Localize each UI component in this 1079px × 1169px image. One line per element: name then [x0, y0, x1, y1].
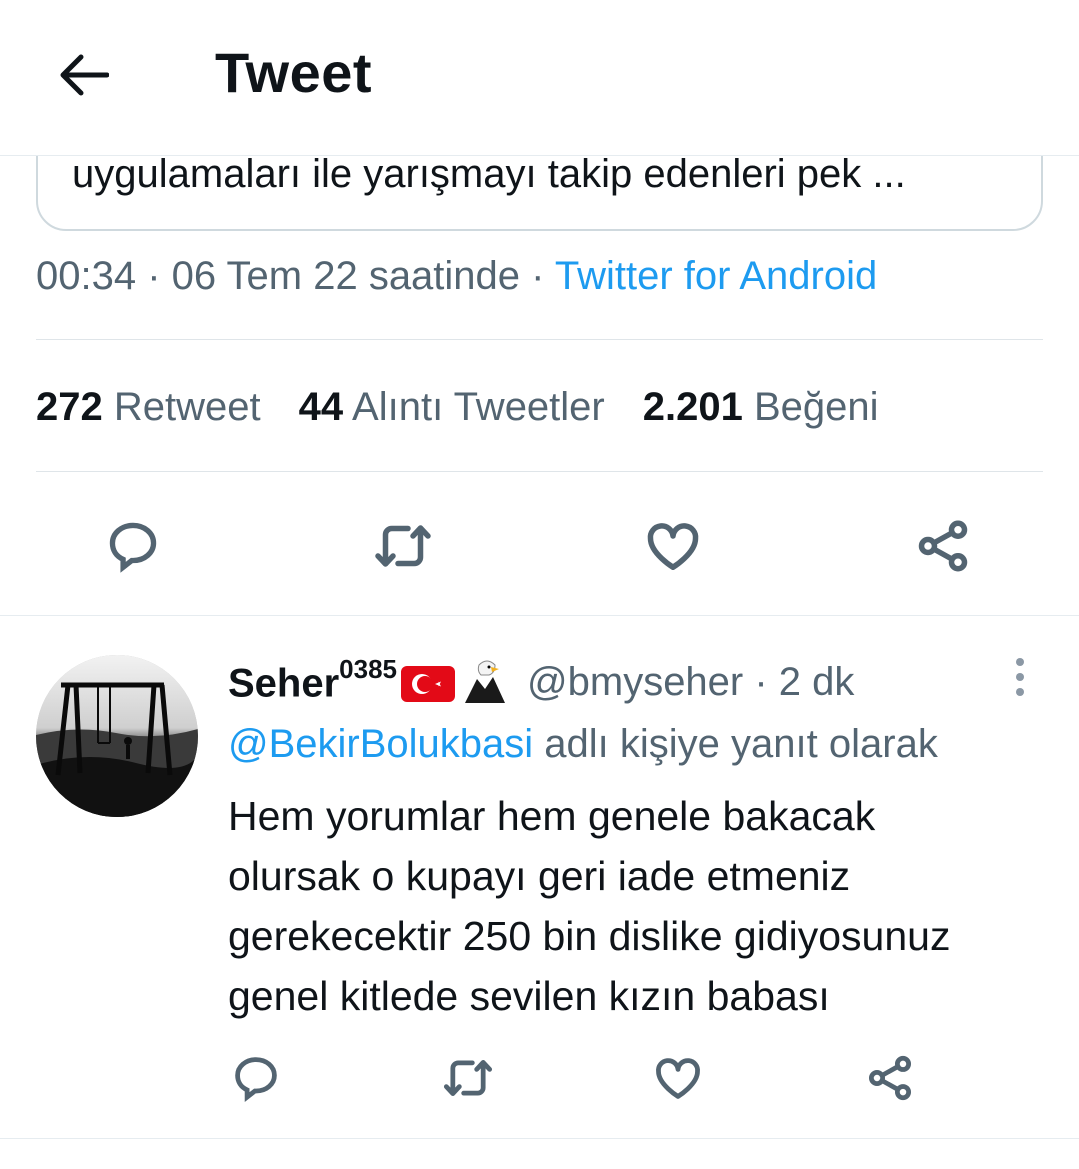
retweet-stat[interactable]: 272 Retweet — [36, 385, 261, 430]
reply-text-line: Hem yorumlar hem genele bakacak — [228, 793, 876, 839]
divider — [36, 339, 1043, 340]
like-button[interactable] — [640, 513, 706, 579]
section-divider — [0, 1138, 1079, 1139]
arrow-left-icon — [60, 54, 109, 96]
reply-to-mention[interactable]: @BekirBolukbasi — [228, 722, 533, 766]
reply-to-suffix: adlı kişiye yanıt olarak — [533, 722, 938, 766]
reply-text-line: gerekecektir 250 bin dislike gidiyosunuz — [228, 913, 951, 959]
share-button[interactable] — [910, 513, 976, 579]
speech-bubble-icon — [109, 522, 157, 573]
turkey-flag-icon — [401, 666, 456, 702]
reply-button[interactable] — [100, 513, 166, 579]
reply-text-line: genel kitlede sevilen kızın babası — [228, 973, 830, 1019]
replying-to: @BekirBolukbasi adlı kişiye yanıt olarak — [228, 722, 938, 767]
like-stat[interactable]: 2.201 Beğeni — [643, 385, 879, 430]
quote-stat[interactable]: 44 Alıntı Tweetler — [299, 385, 605, 430]
quote-count: 44 — [298, 385, 344, 429]
quoted-tweet-text: uygulamaları ile yarışmayı takip edenler… — [72, 152, 906, 196]
section-divider — [0, 615, 1079, 616]
avatar[interactable] — [36, 655, 198, 817]
reply-header: Seher0385 @bmyseher · 2 dk — [228, 654, 854, 710]
retweet-label: Retweet — [113, 385, 261, 429]
dot — [1016, 688, 1024, 696]
heart-icon — [656, 1058, 700, 1099]
back-button[interactable] — [52, 44, 114, 106]
like-label: Beğeni — [753, 385, 879, 429]
reply-share-button[interactable] — [862, 1050, 918, 1106]
retweet-count: 272 — [36, 385, 103, 429]
share-icon — [918, 520, 968, 572]
reply-author-name[interactable]: Seher0385 — [228, 654, 397, 706]
dot — [1016, 673, 1024, 681]
reply-handle-time[interactable]: @bmyseher · 2 dk — [527, 660, 854, 705]
more-options-button[interactable] — [1000, 652, 1040, 702]
header-divider — [0, 155, 1079, 156]
reply-like-button[interactable] — [650, 1050, 706, 1106]
retweet-icon — [443, 1060, 493, 1096]
eagle-icon — [461, 659, 509, 705]
retweet-button[interactable] — [370, 513, 436, 579]
top-app-bar: Tweet — [0, 0, 1079, 156]
tweet-stats: 272 Retweet 44 Alıntı Tweetler 2.201 Beğ… — [36, 385, 917, 430]
tweet-meta: 00:34 · 06 Tem 22 saatinde · Twitter for… — [36, 254, 877, 299]
share-icon — [868, 1055, 912, 1101]
reply-reply-button[interactable] — [228, 1050, 284, 1106]
divider — [36, 471, 1043, 472]
retweet-icon — [375, 525, 431, 567]
reply-text: Hem yorumlar hem genele bakacak olursak … — [228, 786, 950, 1026]
avatar-image — [36, 655, 198, 817]
like-count: 2.201 — [642, 385, 743, 429]
tweet-source-link[interactable]: Twitter for Android — [555, 254, 877, 298]
speech-bubble-icon — [235, 1057, 277, 1102]
vertical-dots-icon — [1016, 658, 1024, 666]
name-superscript: 0385 — [339, 653, 398, 684]
reply-text-line: olursak o kupayı geri iade etmeniz — [228, 853, 851, 899]
heart-icon — [647, 523, 699, 570]
tweet-timestamp[interactable]: 00:34 · 06 Tem 22 saatinde · — [36, 254, 555, 298]
reply-retweet-button[interactable] — [440, 1050, 496, 1106]
page-title: Tweet — [215, 41, 373, 104]
quote-label: Alıntı Tweetler — [352, 385, 605, 429]
